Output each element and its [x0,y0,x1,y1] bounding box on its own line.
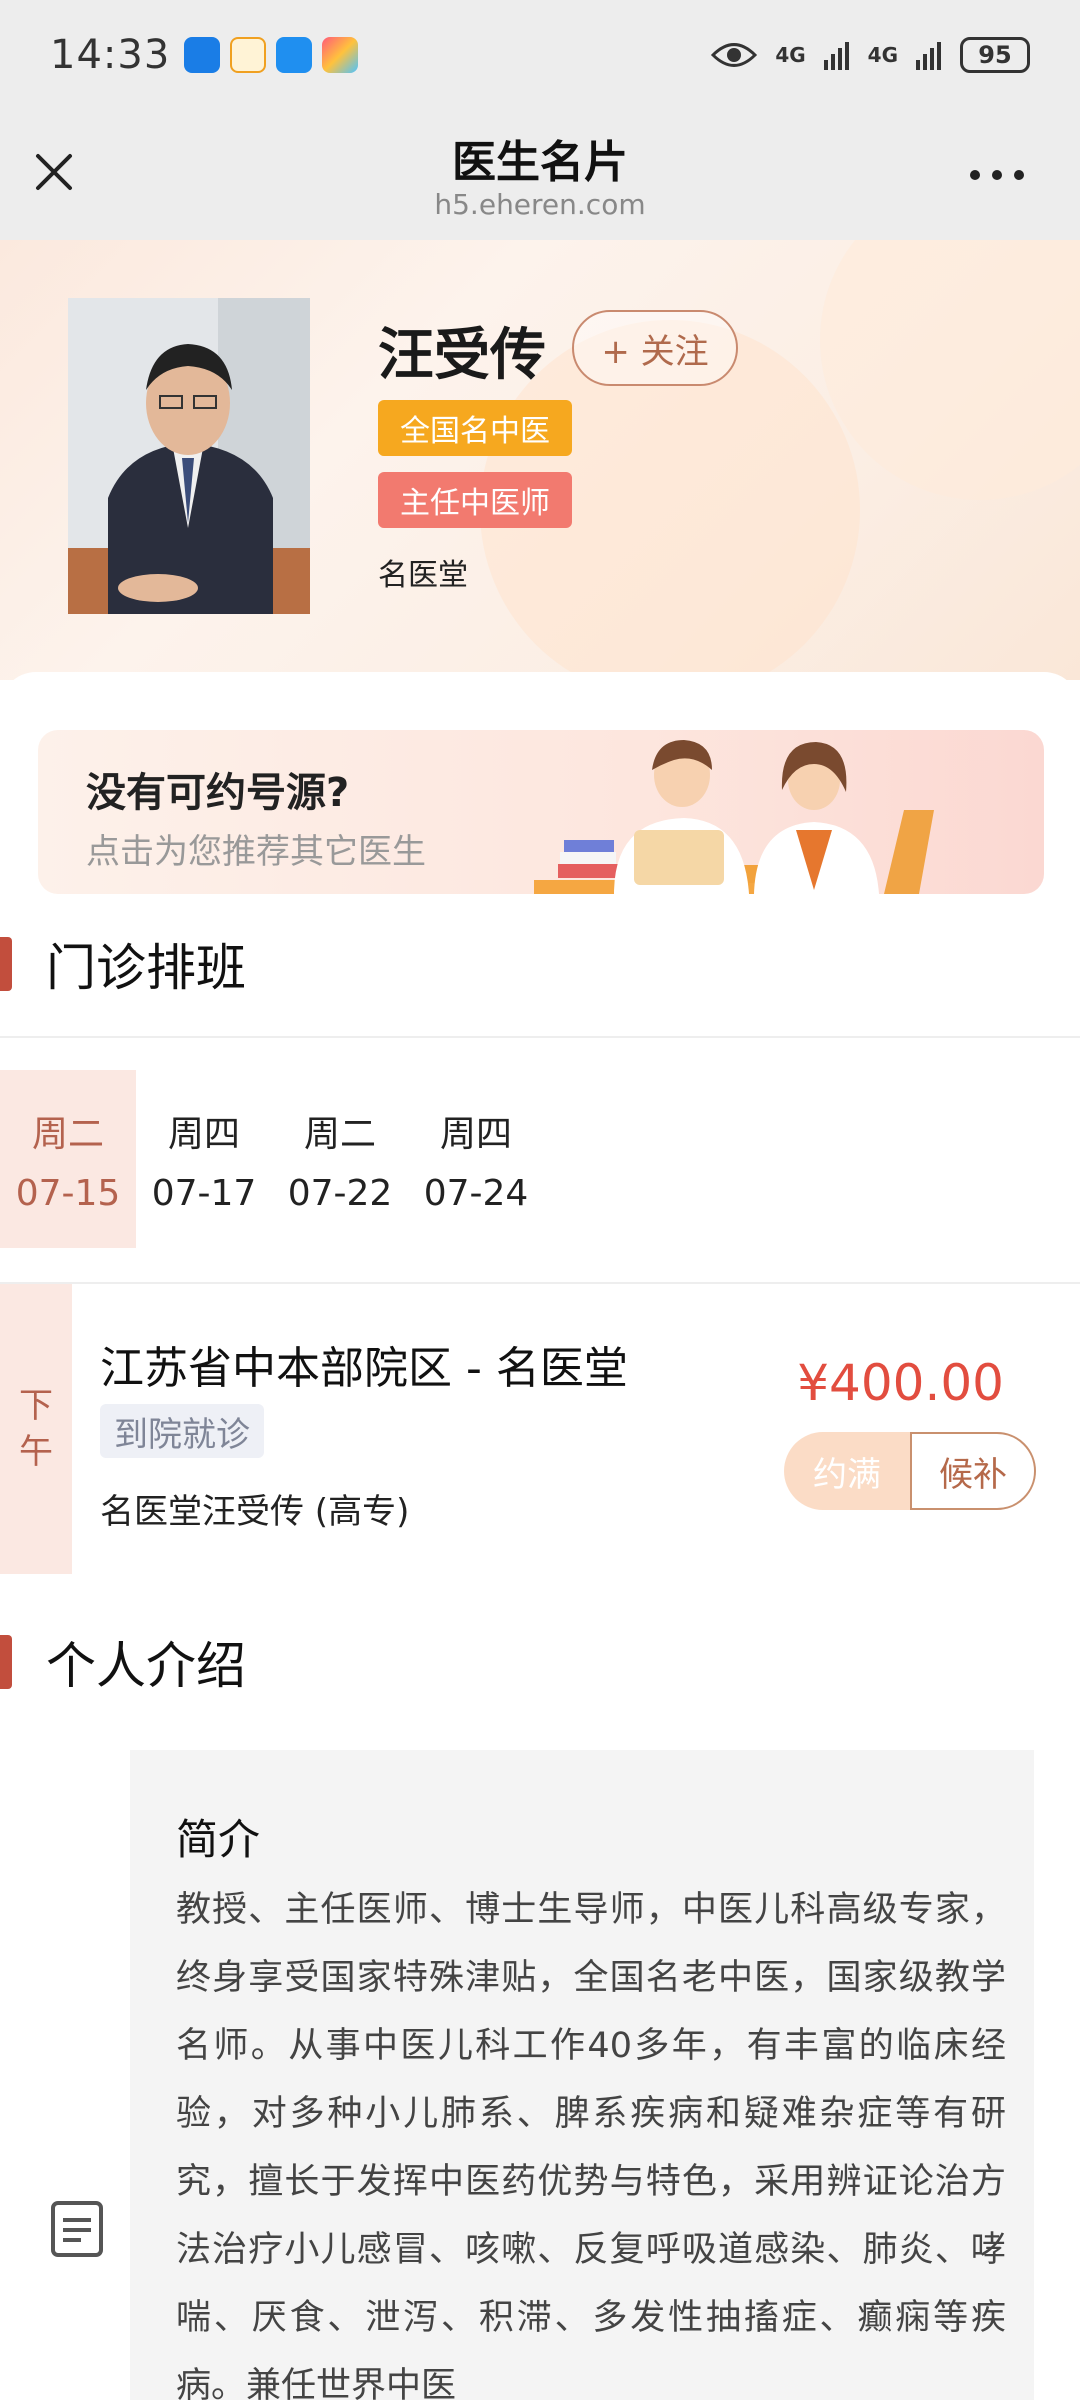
period-char: 午 [19,1432,53,1472]
app-color-icon [322,37,359,73]
intro-text: 教授、主任医师、博士生导师，中医儿科高级专家，终身享受国家特殊津贴，全国名老中医… [176,1890,1006,2400]
recommend-title: 没有可约号源? [86,770,350,816]
date-selector: 周二 07-15 周四 07-17 周二 07-22 周四 07-24 [0,1070,544,1248]
intro-section-header: 个人介绍 [0,1632,246,1695]
intro-box: 简介 教授、主任医师、博士生导师，中医儿科高级专家，终身享受国家特殊津贴，全国名… [130,1750,1034,2400]
signal-icon [916,42,941,70]
waitlist-button[interactable]: 候补 [910,1432,1036,1510]
slot-price: ¥400.00 [797,1354,1004,1412]
slot-actions: 约满 候补 [784,1432,1036,1510]
date-weekday: 周四 [439,1113,512,1155]
clinic-name: 江苏省中本部院区 - 名医堂 [100,1343,628,1394]
section-accent-bar [0,937,12,991]
date-weekday: 周二 [303,1113,376,1155]
doctor-photo [68,298,310,614]
app-yellow-icon [230,37,267,73]
intro-section-title: 个人介绍 [46,1637,246,1695]
full-button[interactable]: 约满 [784,1432,910,1510]
battery-indicator: 95 [960,37,1030,73]
status-time: 14:33 [50,32,171,78]
schedule-slot: 下 午 江苏省中本部院区 - 名医堂 到院就诊 名医堂汪受传 (高专) ¥400… [0,1284,1080,1574]
app-blue-icon [184,37,221,73]
date-tab-3[interactable]: 周二 07-22 [272,1070,408,1248]
cloud-icon [276,37,313,73]
date-weekday: 周二 [31,1113,104,1155]
date-tab-2[interactable]: 周四 07-17 [136,1070,272,1248]
more-icon[interactable] [970,160,1040,190]
section-accent-bar [0,1635,12,1689]
status-right: 4G 4G 95 [711,37,1030,73]
recommend-subtitle: 点击为您推荐其它医生 [86,832,426,872]
title-bar: 医生名片 h5.eheren.com [0,110,1080,240]
schedule-section-title: 门诊排班 [46,939,246,997]
page-title: 医生名片 [452,137,628,188]
network-label-1: 4G [775,43,806,67]
signal-icon [823,42,849,70]
divider [0,1036,1080,1038]
doctor-profile-header: 汪受传 + 关注 全国名中医 主任中医师 名医堂 [0,240,1080,680]
clinic-doctor-desc: 名医堂汪受传 (高专) [100,1492,410,1532]
date-value: 07-22 [287,1172,393,1214]
date-tab-4[interactable]: 周四 07-24 [408,1070,544,1248]
follow-button[interactable]: + 关注 [572,310,738,386]
visit-type-badge: 到院就诊 [100,1404,264,1458]
doctor-hospital: 名医堂 [378,558,468,593]
page-url: h5.eheren.com [434,188,646,221]
date-value: 07-24 [423,1172,529,1214]
network-label-2: 4G [867,43,898,67]
schedule-section-header: 门诊排班 [0,934,246,997]
date-weekday: 周四 [167,1113,240,1155]
doctors-illustration [534,740,934,894]
main-content: 没有可约号源? 点击为您推荐其它医生 门诊排班 周二 07-15 周四 07-1… [0,672,1080,2400]
eye-icon [711,43,758,67]
intro-box-title: 简介 [176,1815,261,1864]
title-tag-national: 全国名中医 [378,400,572,456]
date-value: 07-17 [151,1172,257,1214]
status-app-icons [184,37,359,73]
recommend-banner[interactable]: 没有可约号源? 点击为您推荐其它医生 [38,730,1044,894]
period-char: 下 [19,1386,53,1426]
date-tab-1[interactable]: 周二 07-15 [0,1070,136,1248]
doctor-name: 汪受传 [378,323,546,388]
period-label: 下 午 [0,1284,72,1574]
title-tag-rank: 主任中医师 [378,472,572,528]
status-bar: 14:33 4G 4G 95 [0,0,1080,110]
date-value: 07-15 [15,1172,121,1214]
document-icon [51,2201,103,2257]
